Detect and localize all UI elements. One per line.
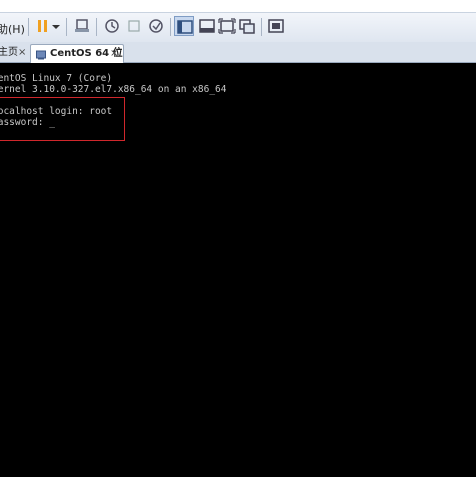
close-icon[interactable]: × [18,44,26,62]
tab-centos[interactable]: CentOS 64 位 × [30,44,124,63]
login-highlight-box [0,97,125,141]
vm-icon [36,49,46,60]
dropdown-icon[interactable] [46,16,66,36]
fullscreen-icon[interactable] [217,16,237,36]
tab-home[interactable]: 主页 × [0,44,28,62]
toolbar-separator [170,18,171,36]
console-view-icon[interactable] [197,16,217,36]
tab-bar: 主页 × CentOS 64 位 × [0,42,476,63]
console-line-os: CentOS Linux 7 (Core) [0,73,113,84]
unity-icon[interactable] [237,16,257,36]
console-line-kernel: Kernel 3.10.0-327.el7.x86_64 on an x86_6… [0,84,227,95]
console-only-icon[interactable] [266,16,286,36]
menu-help[interactable]: 助(H) [0,21,25,37]
snapshot-take-icon[interactable] [102,16,122,36]
toolbar: 助(H) [0,12,476,43]
snapshot-revert-icon[interactable] [124,16,144,36]
vm-settings-icon[interactable] [72,16,92,36]
toolbar-separator [96,18,97,36]
toolbar-separator [28,18,29,36]
toolbar-separator [66,18,67,36]
snapshot-manager-icon[interactable] [146,16,166,36]
tab-home-label: 主页 [0,47,18,58]
close-icon[interactable]: × [110,45,118,63]
sidebar-view-icon[interactable] [174,16,194,36]
window-title-strip [0,0,476,12]
toolbar-separator [261,18,262,36]
